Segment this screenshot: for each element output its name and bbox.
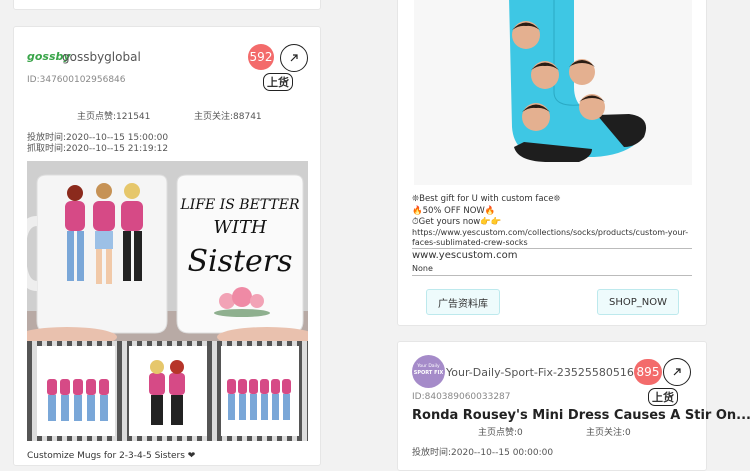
- mug-illustration: LIFE IS BETTER WITH Sisters: [27, 161, 308, 441]
- listed-button[interactable]: 上货: [648, 388, 678, 406]
- ad-caption: Customize Mugs for 2-3-4-5 Sisters ❤: [27, 451, 196, 461]
- avatar[interactable]: Your Daily SPORT FIX: [412, 355, 445, 388]
- ad-text-line2: 🔥50% OFF NOW🔥: [412, 206, 496, 216]
- ad-url-line2[interactable]: faces-sublimated-crew-socks: [412, 238, 528, 247]
- publish-time: 投放时间:2020--10--15 00:00:00: [412, 448, 554, 458]
- ad-card-yescustom: ❊Best gift for U with custom face❊ 🔥50% …: [397, 0, 707, 326]
- socks-illustration: [509, 0, 647, 162]
- shop-now-button[interactable]: SHOP_NOW: [597, 289, 679, 315]
- ad-creative-image[interactable]: LIFE IS BETTER WITH Sisters: [27, 161, 308, 441]
- arrow-up-right-icon: [673, 368, 681, 376]
- listed-button[interactable]: 上货: [263, 73, 293, 91]
- landing-domain: www.yescustom.com: [412, 250, 518, 261]
- page-follows: 主页关注:0: [586, 428, 631, 438]
- ad-url-line1[interactable]: https://www.yescustom.com/collections/so…: [412, 228, 688, 237]
- divider: [412, 248, 692, 249]
- extra-value: None: [412, 264, 433, 273]
- page-follows: 主页关注:88741: [194, 112, 262, 122]
- open-link-button[interactable]: [280, 44, 308, 72]
- divider: [412, 275, 692, 276]
- avatar-line2: SPORT FIX: [413, 370, 444, 376]
- left-card-top-stub: [13, 0, 321, 10]
- mug-text-1: LIFE IS BETTER: [180, 197, 300, 213]
- ad-card-sportfix: Your Daily SPORT FIX Your-Daily-Sport-Fi…: [397, 341, 750, 471]
- ad-text-line3: ⏱Get yours now👉👉: [412, 217, 502, 227]
- page-likes: 主页点赞:0: [478, 428, 523, 438]
- count-badge: 895: [634, 359, 662, 385]
- mug-text-2: WITH: [213, 217, 267, 238]
- ad-id: ID:840389060033287: [412, 392, 511, 402]
- open-link-button[interactable]: [663, 358, 691, 386]
- ad-id: ID:347600102956846: [27, 75, 126, 85]
- account-name[interactable]: Your-Daily-Sport-Fix-2352558051680: [446, 366, 646, 379]
- crawl-time: 抓取时间:2020--10--15 21:19:12: [27, 144, 169, 154]
- ad-headline: Ronda Rousey's Mini Dress Causes A Stir …: [412, 408, 750, 423]
- socks-image[interactable]: [414, 0, 692, 185]
- ad-text-line1: ❊Best gift for U with custom face❊: [412, 194, 561, 204]
- arrow-up-right-icon: [290, 54, 298, 62]
- mug-text-3: Sisters: [187, 244, 292, 279]
- page-likes: 主页点赞:121541: [77, 112, 151, 122]
- count-badge: 592: [248, 44, 274, 70]
- avatar-line1: Your Daily: [417, 364, 440, 369]
- ad-library-button[interactable]: 广告资料库: [426, 289, 500, 315]
- account-name[interactable]: gossbyglobal: [62, 50, 141, 64]
- ad-card-gossby: gossby gossbyglobal ID:347600102956846 5…: [13, 26, 321, 466]
